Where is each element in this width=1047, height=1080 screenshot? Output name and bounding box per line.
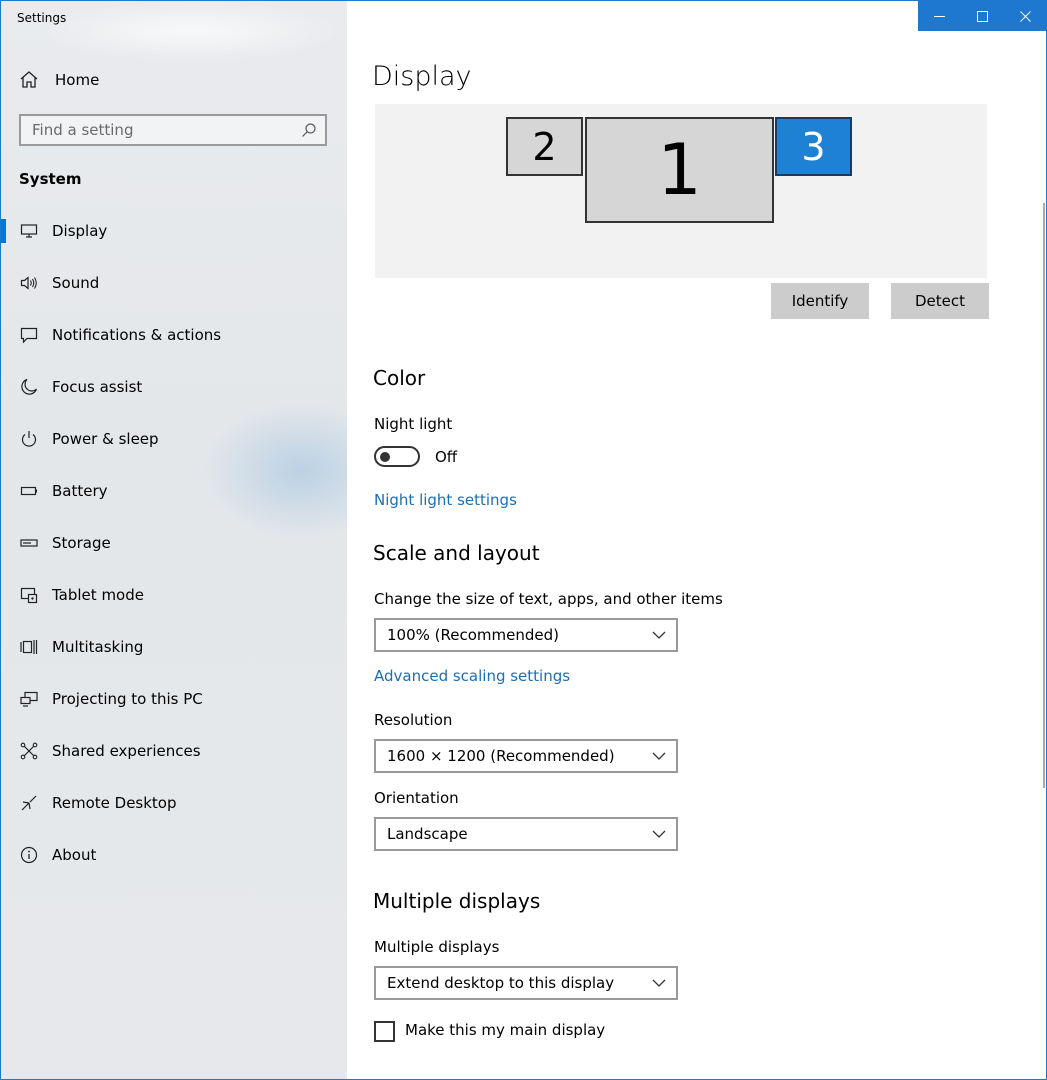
section-title: System xyxy=(19,170,82,188)
remote-desktop-icon xyxy=(19,793,39,813)
detect-button[interactable]: Detect xyxy=(891,283,989,319)
resolution-dropdown[interactable]: 1600 × 1200 (Recommended) xyxy=(374,739,678,773)
chevron-down-icon xyxy=(652,752,666,760)
tablet-icon xyxy=(19,585,39,605)
home-label: Home xyxy=(55,71,100,89)
sidebar-item-label: Display xyxy=(52,222,108,240)
sidebar-item-label: Sound xyxy=(52,274,100,292)
home-icon xyxy=(20,71,38,88)
monitor-arrangement: 2 1 3 xyxy=(375,104,987,278)
speaker-icon xyxy=(19,273,39,293)
home-link[interactable]: Home xyxy=(19,67,99,93)
chevron-down-icon xyxy=(652,979,666,987)
power-icon xyxy=(19,429,39,449)
monitor-2[interactable]: 2 xyxy=(506,117,583,176)
sidebar-item-focus-assist[interactable]: Focus assist xyxy=(1,361,347,413)
sidebar-item-label: Power & sleep xyxy=(52,430,159,448)
multitasking-icon xyxy=(19,637,39,657)
orientation-dropdown[interactable]: Landscape xyxy=(374,817,678,851)
sidebar-item-label: Remote Desktop xyxy=(52,794,177,812)
sidebar-item-label: Shared experiences xyxy=(52,742,201,760)
monitor-number: 2 xyxy=(532,124,557,169)
night-light-settings-link[interactable]: Night light settings xyxy=(374,491,517,509)
sidebar-item-shared-experiences[interactable]: Shared experiences xyxy=(1,725,347,777)
sidebar-item-sound[interactable]: Sound xyxy=(1,257,347,309)
main-content: Display 2 1 3 Identify Detect Color Nigh… xyxy=(347,1,1046,1079)
sidebar-item-label: Projecting to this PC xyxy=(52,690,203,708)
storage-icon xyxy=(19,533,39,553)
sidebar-item-multitasking[interactable]: Multitasking xyxy=(1,621,347,673)
multiple-displays-dropdown[interactable]: Extend desktop to this display xyxy=(374,966,678,1000)
sidebar-item-notifications[interactable]: Notifications & actions xyxy=(1,309,347,361)
sidebar-item-label: Notifications & actions xyxy=(52,326,222,344)
chevron-down-icon xyxy=(652,631,666,639)
scale-layout-heading: Scale and layout xyxy=(373,541,540,565)
orientation-value: Landscape xyxy=(387,825,468,843)
sidebar: Settings Home System Display xyxy=(1,1,347,1079)
sidebar-item-display[interactable]: Display xyxy=(1,205,347,257)
sidebar-item-tablet-mode[interactable]: Tablet mode xyxy=(1,569,347,621)
battery-icon xyxy=(19,481,39,501)
sidebar-item-label: Battery xyxy=(52,482,108,500)
monitor-3[interactable]: 3 xyxy=(775,117,852,176)
info-icon xyxy=(19,845,39,865)
identify-button[interactable]: Identify xyxy=(771,283,869,319)
app-title: Settings xyxy=(17,11,67,25)
advanced-scaling-link[interactable]: Advanced scaling settings xyxy=(374,667,570,685)
notification-icon xyxy=(19,325,39,345)
share-icon xyxy=(19,741,39,761)
monitor-number: 3 xyxy=(801,124,826,169)
chevron-down-icon xyxy=(652,830,666,838)
sidebar-item-label: Focus assist xyxy=(52,378,143,396)
orientation-label: Orientation xyxy=(374,789,459,807)
settings-window: Settings Home System Display xyxy=(0,0,1047,1080)
sidebar-item-label: Storage xyxy=(52,534,111,552)
sidebar-item-label: Tablet mode xyxy=(52,586,144,604)
moon-icon xyxy=(19,377,39,397)
sidebar-item-label: Multitasking xyxy=(52,638,144,656)
page-title: Display xyxy=(372,61,472,92)
multiple-displays-value: Extend desktop to this display xyxy=(387,974,615,992)
monitor-icon xyxy=(19,221,39,241)
color-heading: Color xyxy=(373,366,426,390)
sidebar-item-label: About xyxy=(52,846,97,864)
projector-icon xyxy=(19,689,39,709)
sidebar-nav: Display Sound Notifications & actions Fo… xyxy=(1,205,347,881)
sidebar-item-about[interactable]: About xyxy=(1,829,347,881)
multiple-displays-heading: Multiple displays xyxy=(373,889,541,913)
scale-value: 100% (Recommended) xyxy=(387,626,559,644)
scrollbar[interactable] xyxy=(1043,203,1045,788)
night-light-state: Off xyxy=(435,448,458,466)
monitor-1[interactable]: 1 xyxy=(585,117,774,223)
main-display-checkbox[interactable] xyxy=(374,1021,395,1042)
sidebar-item-remote-desktop[interactable]: Remote Desktop xyxy=(1,777,347,829)
night-light-label: Night light xyxy=(374,415,453,433)
monitor-number: 1 xyxy=(657,129,702,211)
multiple-displays-label: Multiple displays xyxy=(374,938,500,956)
scale-size-label: Change the size of text, apps, and other… xyxy=(374,590,723,608)
sidebar-item-power-sleep[interactable]: Power & sleep xyxy=(1,413,347,465)
sidebar-item-storage[interactable]: Storage xyxy=(1,517,347,569)
sidebar-item-battery[interactable]: Battery xyxy=(1,465,347,517)
main-display-label: Make this my main display xyxy=(405,1021,606,1039)
resolution-label: Resolution xyxy=(374,711,453,729)
search-input[interactable] xyxy=(21,120,301,140)
search-box[interactable] xyxy=(19,114,327,146)
search-icon[interactable] xyxy=(301,122,317,138)
toggle-knob xyxy=(380,452,390,462)
scale-dropdown[interactable]: 100% (Recommended) xyxy=(374,618,678,652)
night-light-toggle[interactable] xyxy=(374,446,420,467)
sidebar-item-projecting[interactable]: Projecting to this PC xyxy=(1,673,347,725)
resolution-value: 1600 × 1200 (Recommended) xyxy=(387,747,615,765)
